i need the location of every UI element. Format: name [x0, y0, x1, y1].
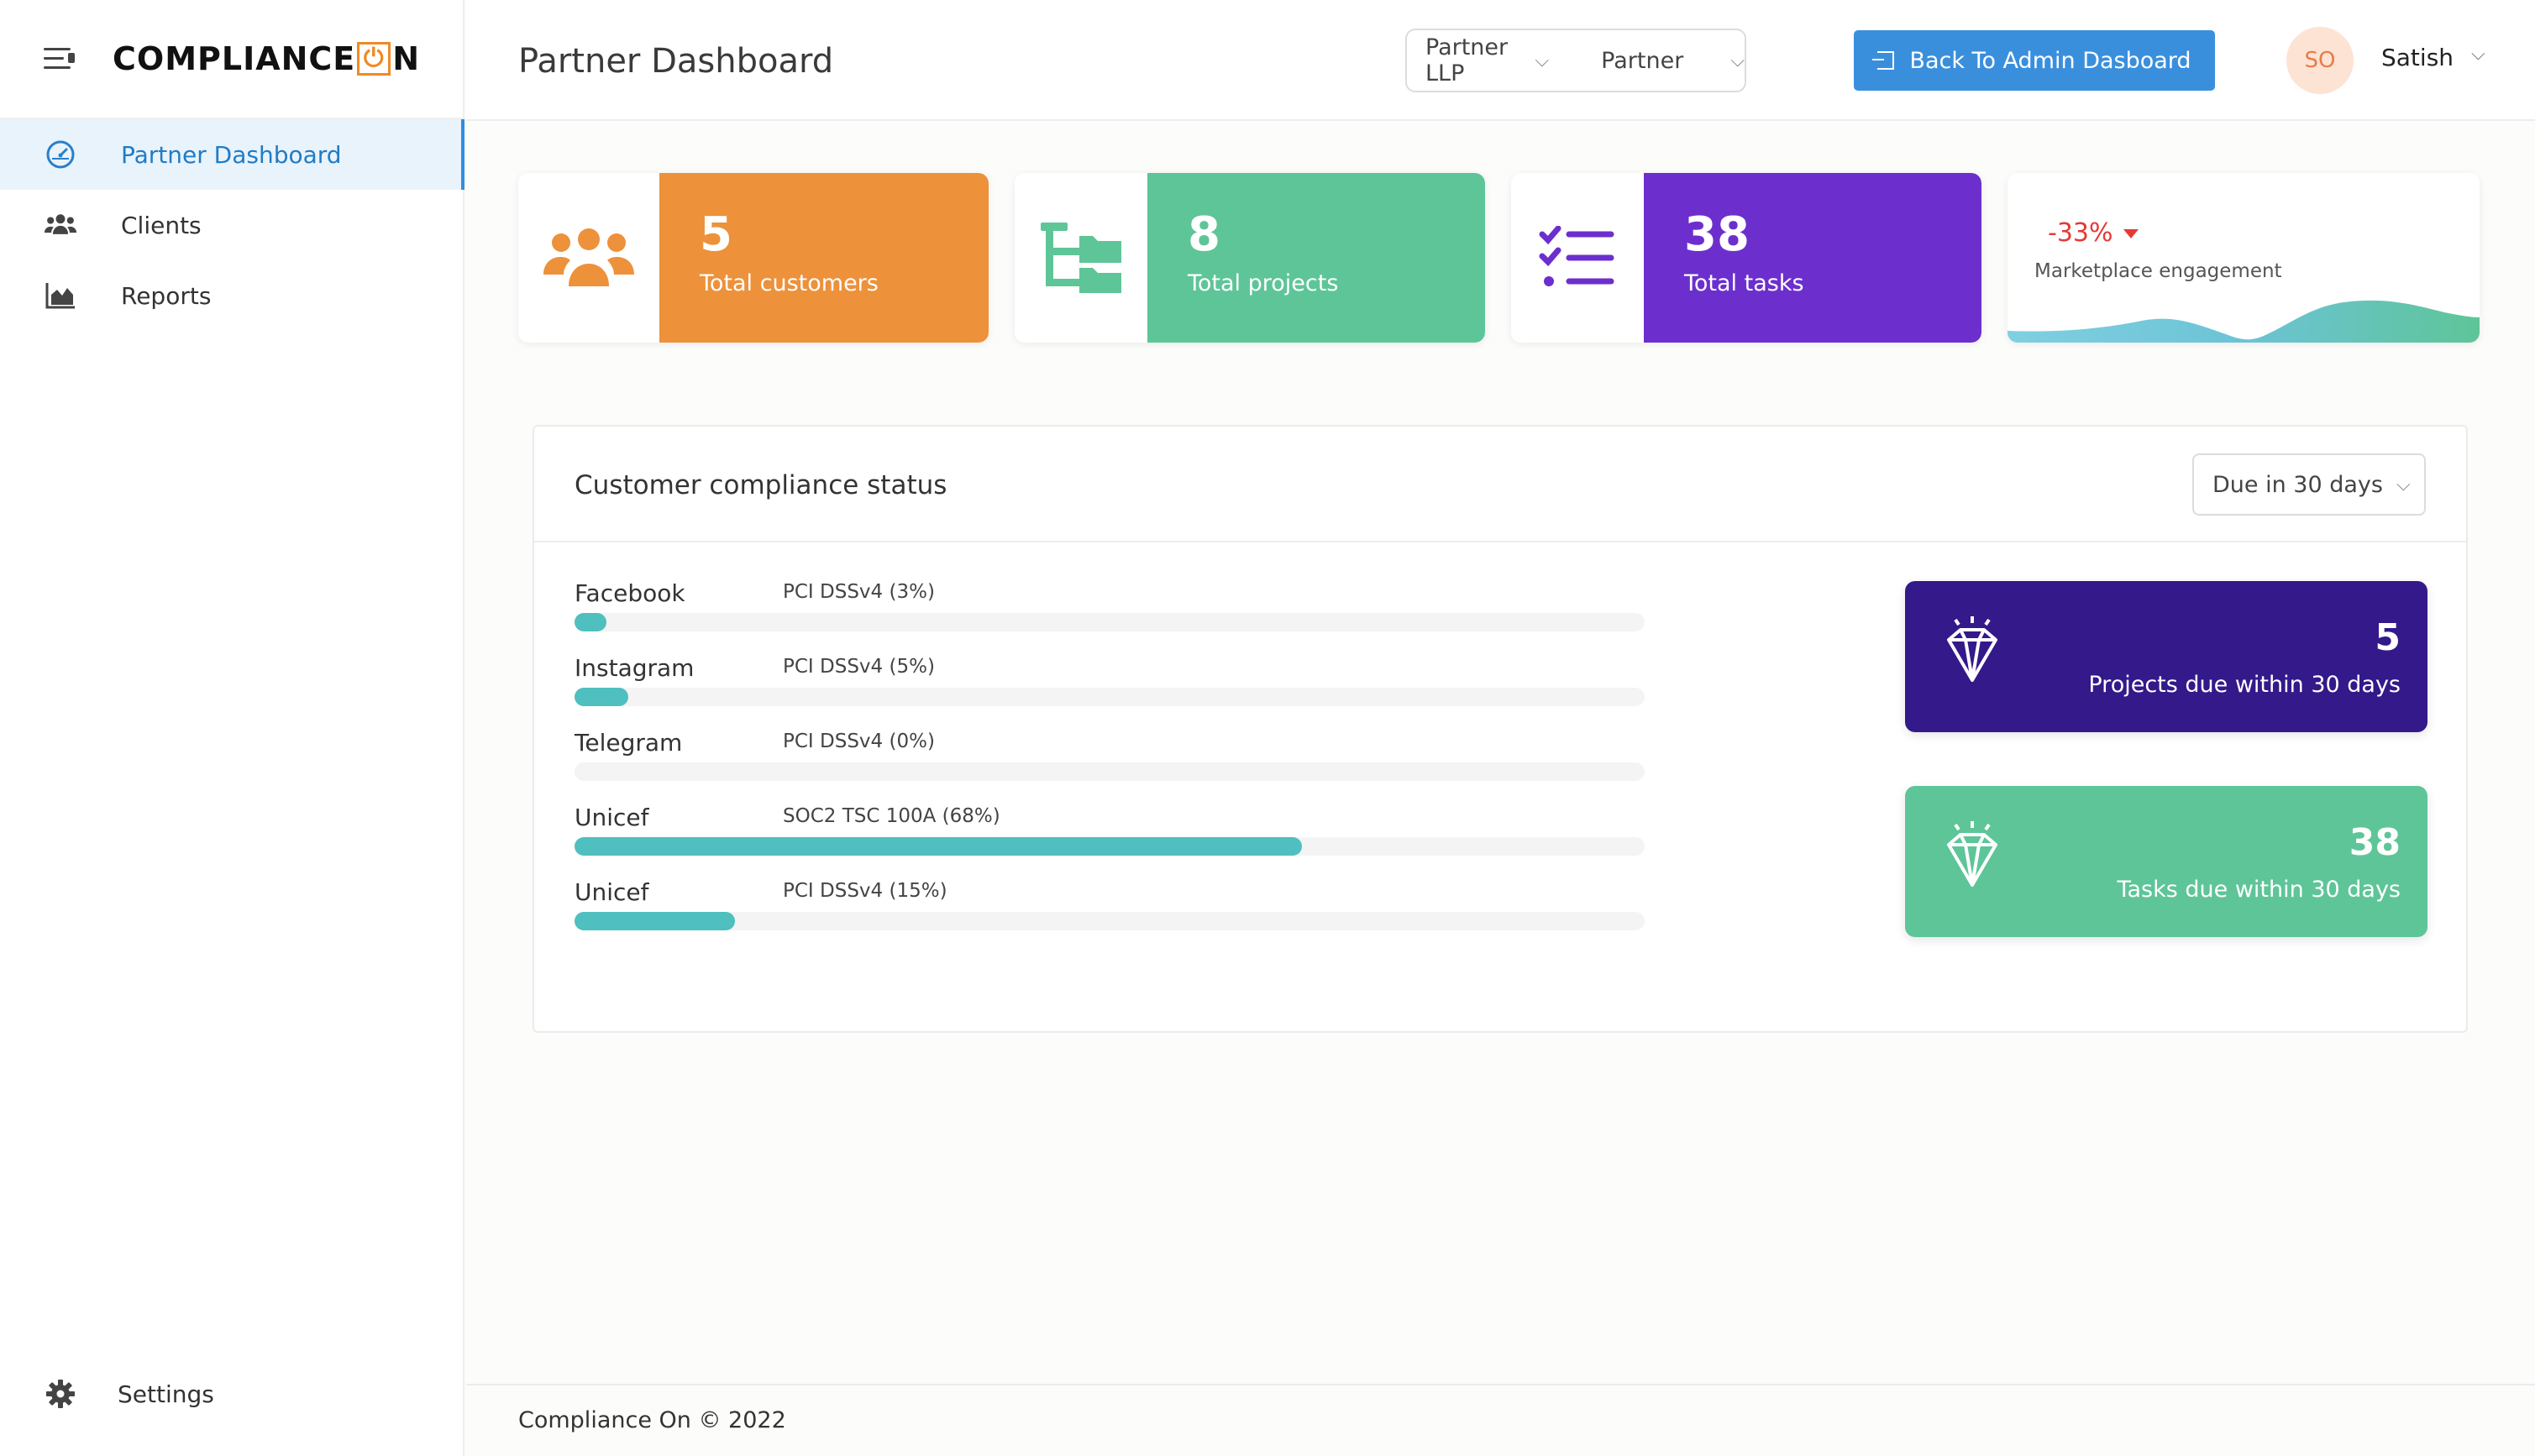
stat-color-panel: 5 Total customers	[659, 173, 989, 343]
avatar[interactable]: SO	[2286, 27, 2354, 94]
chevron-down-icon: ⌵	[1730, 50, 1745, 71]
chevron-down-icon[interactable]: ⌵	[2471, 44, 2485, 65]
caret-down-icon	[2123, 229, 2139, 238]
stat-card-projects[interactable]: 8 Total projects	[1015, 173, 1485, 343]
engagement-sparkline	[2008, 300, 2480, 343]
stat-card-customers[interactable]: 5 Total customers	[518, 173, 989, 343]
logo-text: COMPLIANCE	[113, 40, 356, 77]
customer-name: Unicef	[575, 804, 649, 831]
progress-track	[575, 613, 1645, 631]
sidebar-header: COMPLIANCE ⏻ N	[0, 0, 463, 119]
compliance-row[interactable]: Unicef SOC2 TSC 100A (68%)	[575, 804, 1645, 878]
role-select[interactable]: Partner ⌵	[1582, 48, 1745, 74]
stat-value: 8	[1188, 207, 1220, 262]
compliance-row[interactable]: Telegram PCI DSSv4 (0%)	[575, 729, 1645, 804]
sidebar: COMPLIANCE ⏻ N Partner Dashboard Clients…	[0, 0, 464, 1456]
due-value: 38	[2349, 821, 2401, 864]
progress-fill	[575, 837, 1303, 856]
customer-compliance-panel: Customer compliance status Due in 30 day…	[533, 425, 2468, 1033]
progress-fill	[575, 613, 607, 631]
logo-text-end: N	[392, 40, 421, 77]
progress-fill	[575, 912, 736, 930]
folder-tree-icon	[1015, 173, 1147, 343]
task-list-icon	[1511, 173, 1644, 343]
customer-name: Facebook	[575, 579, 685, 607]
sidebar-item-clients[interactable]: Clients	[0, 190, 463, 260]
sidebar-item-partner-dashboard[interactable]: Partner Dashboard	[0, 119, 464, 190]
page-title: Partner Dashboard	[518, 42, 834, 81]
sidebar-nav: Partner Dashboard Clients Reports	[0, 119, 464, 331]
tasks-due-card[interactable]: 38 Tasks due within 30 days	[1905, 786, 2427, 937]
engagement-change-value: -33%	[2048, 218, 2113, 248]
role-select-value: Partner	[1601, 47, 1684, 74]
area-chart-icon	[44, 279, 77, 312]
progress-fill	[575, 688, 628, 706]
user-name[interactable]: Satish	[2381, 44, 2454, 71]
footer-copyright: Compliance On © 2022	[518, 1407, 786, 1433]
framework-progress-label: PCI DSSv4 (5%)	[783, 656, 935, 678]
org-role-selector: Partner LLP ⌵ Partner ⌵	[1405, 29, 1746, 92]
exit-icon	[1872, 51, 1895, 70]
due-filter-value: Due in 30 days	[2212, 471, 2383, 498]
diamond-icon	[1939, 615, 2006, 694]
stat-card-tasks[interactable]: 38 Total tasks	[1511, 173, 1981, 343]
engagement-change: -33%	[2048, 218, 2139, 248]
gear-icon	[44, 1377, 77, 1411]
customer-name: Telegram	[575, 729, 683, 757]
framework-progress-label: PCI DSSv4 (0%)	[783, 731, 935, 752]
sidebar-item-settings[interactable]: Settings	[0, 1364, 463, 1424]
panel-header: Customer compliance status Due in 30 day…	[534, 427, 2466, 542]
compliance-row[interactable]: Facebook PCI DSSv4 (3%)	[575, 579, 1645, 654]
top-header: Partner Dashboard Partner LLP ⌵ Partner …	[466, 0, 2535, 121]
progress-track	[575, 762, 1645, 781]
stat-value: 5	[700, 207, 732, 262]
stat-color-panel: 8 Total projects	[1147, 173, 1485, 343]
stat-color-panel: 38 Total tasks	[1644, 173, 1981, 343]
chevron-down-icon: ⌵	[1535, 50, 1550, 71]
due-value: 5	[2375, 616, 2401, 659]
customer-name: Instagram	[575, 654, 695, 682]
progress-track	[575, 688, 1645, 706]
power-icon: ⏻	[357, 42, 391, 76]
stat-label: Total projects	[1188, 270, 1339, 296]
footer: Compliance On © 2022	[466, 1384, 2535, 1456]
customer-name: Unicef	[575, 878, 649, 906]
engagement-label: Marketplace engagement	[2034, 260, 2282, 282]
due-filter-select[interactable]: Due in 30 days ⌵	[2192, 453, 2426, 516]
sidebar-item-label: Clients	[121, 211, 202, 239]
marketplace-engagement-card[interactable]: -33% Marketplace engagement	[2008, 173, 2480, 343]
settings-label: Settings	[118, 1380, 214, 1408]
org-select-value: Partner LLP	[1425, 34, 1509, 86]
panel-title: Customer compliance status	[575, 470, 947, 500]
due-label: Tasks due within 30 days	[2117, 877, 2401, 903]
progress-track	[575, 912, 1645, 930]
back-to-admin-button[interactable]: Back To Admin Dasboard	[1854, 30, 2215, 91]
stat-label: Total tasks	[1684, 270, 1804, 296]
compliance-row[interactable]: Instagram PCI DSSv4 (5%)	[575, 654, 1645, 729]
sidebar-item-reports[interactable]: Reports	[0, 260, 463, 331]
compliance-list: Facebook PCI DSSv4 (3%) Instagram PCI DSSv4…	[575, 579, 1645, 953]
stat-value: 38	[1684, 207, 1750, 262]
speedometer-icon	[44, 138, 77, 171]
sidebar-item-label: Partner Dashboard	[121, 140, 342, 169]
framework-progress-label: PCI DSSv4 (15%)	[783, 880, 947, 902]
back-to-admin-label: Back To Admin Dasboard	[1909, 47, 2191, 74]
framework-progress-label: SOC2 TSC 100A (68%)	[783, 805, 1000, 827]
menu-toggle-icon[interactable]	[44, 45, 77, 73]
chevron-down-icon: ⌵	[2396, 474, 2411, 495]
due-label: Projects due within 30 days	[2088, 672, 2401, 698]
compliance-row[interactable]: Unicef PCI DSSv4 (15%)	[575, 878, 1645, 953]
sidebar-item-label: Reports	[121, 281, 212, 310]
users-icon	[44, 208, 77, 242]
framework-progress-label: PCI DSSv4 (3%)	[783, 581, 935, 603]
diamond-icon	[1939, 820, 2006, 898]
customers-icon	[518, 173, 659, 343]
stat-label: Total customers	[700, 270, 879, 296]
compliance-on-logo[interactable]: COMPLIANCE ⏻ N	[113, 40, 420, 77]
projects-due-card[interactable]: 5 Projects due within 30 days	[1905, 581, 2427, 732]
org-select[interactable]: Partner LLP ⌵	[1407, 34, 1549, 86]
